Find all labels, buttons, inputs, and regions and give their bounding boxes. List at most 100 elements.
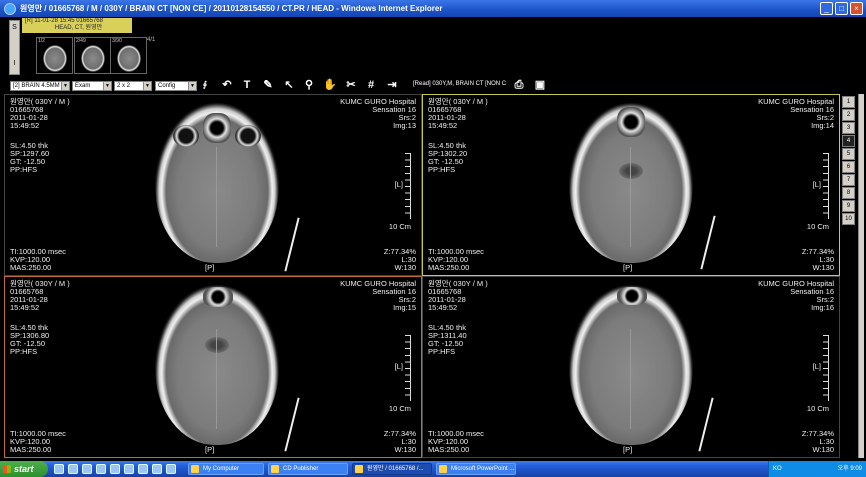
link-icon[interactable]: ∮ — [198, 78, 212, 92]
taskbar-item[interactable]: My Computer — [188, 463, 264, 475]
page-button[interactable]: 4 — [842, 135, 855, 147]
patient-position: PP:HFS — [428, 347, 456, 356]
print-icon[interactable]: ⎙ — [512, 78, 526, 92]
layout-select[interactable]: 2 x 2 ▼ — [114, 81, 152, 91]
window-width: W:130 — [394, 445, 416, 454]
series-header[interactable]: [R] 11-01-28 15:45 01665768 HEAD, CT, 원영… — [22, 18, 132, 33]
clock[interactable]: 오후 9:09 — [838, 461, 862, 477]
thumb-label: 2/49 — [76, 38, 86, 44]
close-button[interactable]: × — [850, 2, 863, 15]
taskbar-item[interactable]: CD Publisher — [268, 463, 348, 475]
pan-icon[interactable]: ✋ — [323, 78, 337, 92]
page-button[interactable]: 9 — [842, 200, 855, 212]
series-select-value: [2] BRAIN 4.5MM — [13, 83, 60, 89]
page-button[interactable]: 6 — [842, 161, 855, 173]
chevron-down-icon: ▼ — [143, 82, 151, 90]
quick-launch-icon[interactable] — [82, 464, 92, 474]
window-info: Z:77.34% L:30 W:130 — [384, 430, 416, 454]
taskbar-item[interactable]: Microsoft PowerPoint ... — [436, 463, 516, 475]
window-controls: _ □ × — [820, 2, 863, 15]
quick-launch-icon[interactable] — [124, 464, 134, 474]
viewport-pane[interactable]: 원영만( 030Y / M ) 01665768 2011-01-28 15:4… — [422, 94, 840, 276]
cd-icon — [271, 465, 279, 473]
page-button[interactable]: 2 — [842, 109, 855, 121]
text-icon[interactable]: T — [240, 78, 254, 92]
scale-ruler — [405, 153, 411, 219]
start-button[interactable]: start — [0, 461, 48, 477]
quick-launch-icon[interactable] — [68, 464, 78, 474]
quick-launch-icon[interactable] — [110, 464, 120, 474]
device-info: KUMC GURO Hospital Sensation 16 Srs:2 Im… — [758, 98, 834, 130]
viewport-pane[interactable]: 원영만( 030Y / M ) 01665768 2011-01-28 15:4… — [422, 276, 840, 458]
windows-logo-icon — [3, 465, 11, 473]
series-select[interactable]: [2] BRAIN 4.5MM ▼ — [10, 81, 70, 91]
internet-explorer-icon — [4, 2, 16, 15]
powerpoint-icon — [439, 465, 447, 473]
pointer-icon[interactable]: ↖ — [282, 78, 296, 92]
rotate-icon[interactable]: ↶ — [220, 78, 234, 92]
quick-launch-icon[interactable] — [152, 464, 162, 474]
ct-orbit — [235, 125, 261, 147]
ct-orbit — [173, 125, 199, 147]
study-time: 15:49:52 — [10, 303, 40, 312]
viewport-pane[interactable]: 원영만( 030Y / M ) 01665768 2011-01-28 15:4… — [4, 94, 422, 276]
page-button[interactable]: 3 — [842, 122, 855, 134]
page-button[interactable]: 7 — [842, 174, 855, 186]
quick-launch-icon[interactable] — [54, 464, 64, 474]
ct-midline — [630, 329, 631, 429]
series-thumbnail[interactable]: 3/90 — [110, 37, 147, 74]
grid-icon[interactable]: # — [364, 78, 378, 92]
config-select[interactable]: Config ▼ — [155, 81, 197, 91]
quick-launch-icon[interactable] — [96, 464, 106, 474]
patient-position: PP:HFS — [10, 347, 38, 356]
scale-ruler — [823, 153, 829, 219]
exam-select[interactable]: Exam ▼ — [72, 81, 112, 91]
device-info: KUMC GURO Hospital Sensation 16 Srs:2 Im… — [340, 280, 416, 312]
series-thumbnail[interactable]: 1/2 — [36, 37, 73, 74]
window-width: W:130 — [812, 263, 834, 272]
orientation-label: [P] — [205, 445, 215, 454]
minimize-button[interactable]: _ — [820, 2, 833, 15]
language-indicator[interactable]: KO — [773, 461, 782, 477]
page-button[interactable]: 1 — [842, 96, 855, 108]
ct-midline — [216, 147, 217, 247]
ct-catheter — [284, 217, 300, 272]
taskbar-item-label: My Computer — [203, 466, 240, 472]
page-button[interactable]: 8 — [842, 187, 855, 199]
thumb-label: 1/2 — [38, 38, 45, 44]
viewport-pane[interactable]: 원영만( 030Y / M ) 01665768 2011-01-28 15:4… — [4, 276, 422, 458]
device-info: KUMC GURO Hospital Sensation 16 Srs:2 Im… — [340, 98, 416, 130]
page-button[interactable]: 5 — [842, 148, 855, 160]
vertical-scrollbar[interactable] — [858, 94, 864, 458]
edit-icon[interactable]: ✎ — [261, 78, 275, 92]
image-number: Img:14 — [811, 121, 834, 130]
export-icon[interactable]: ⇥ — [385, 78, 399, 92]
ct-midline — [630, 147, 631, 247]
quick-launch-icon[interactable] — [166, 464, 176, 474]
orientation-label: [P] — [623, 263, 633, 272]
series-side-label[interactable]: S — [10, 21, 19, 35]
ct-catheter — [700, 215, 716, 270]
ct-catheter — [284, 397, 300, 452]
zoom-icon[interactable]: ⚲ — [302, 78, 316, 92]
taskbar: start My Computer CD Publisher 원영만 / 016… — [0, 461, 866, 477]
scissors-icon[interactable]: ✂ — [344, 78, 358, 92]
ct-sinus — [617, 107, 645, 137]
patient-info: 원영만( 030Y / M ) 01665768 2011-01-28 15:4… — [428, 280, 488, 312]
window-info: Z:77.34% L:30 W:130 — [384, 248, 416, 272]
thumb-label: 3/90 — [112, 38, 122, 44]
save-icon[interactable]: ▣ — [533, 78, 547, 92]
orientation-label: [L] — [812, 180, 821, 189]
thumb-label[interactable]: 4/1 — [147, 37, 155, 43]
patient-position: PP:HFS — [10, 165, 38, 174]
maximize-button[interactable]: □ — [835, 2, 848, 15]
series-thumbnail[interactable]: 2/49 — [74, 37, 111, 74]
quick-launch-icon[interactable] — [138, 464, 148, 474]
page-button[interactable]: 10 — [842, 213, 855, 225]
taskbar-item-label: Microsoft PowerPoint ... — [451, 466, 515, 472]
patient-info: 원영만( 030Y / M ) 01665768 2011-01-28 15:4… — [428, 98, 488, 130]
taskbar-item[interactable]: 원영만 / 01665768 /... — [352, 463, 432, 475]
thumbnail-image — [43, 45, 67, 72]
mas: MAS:250.00 — [428, 263, 470, 272]
series-side-label[interactable]: I — [10, 57, 19, 71]
